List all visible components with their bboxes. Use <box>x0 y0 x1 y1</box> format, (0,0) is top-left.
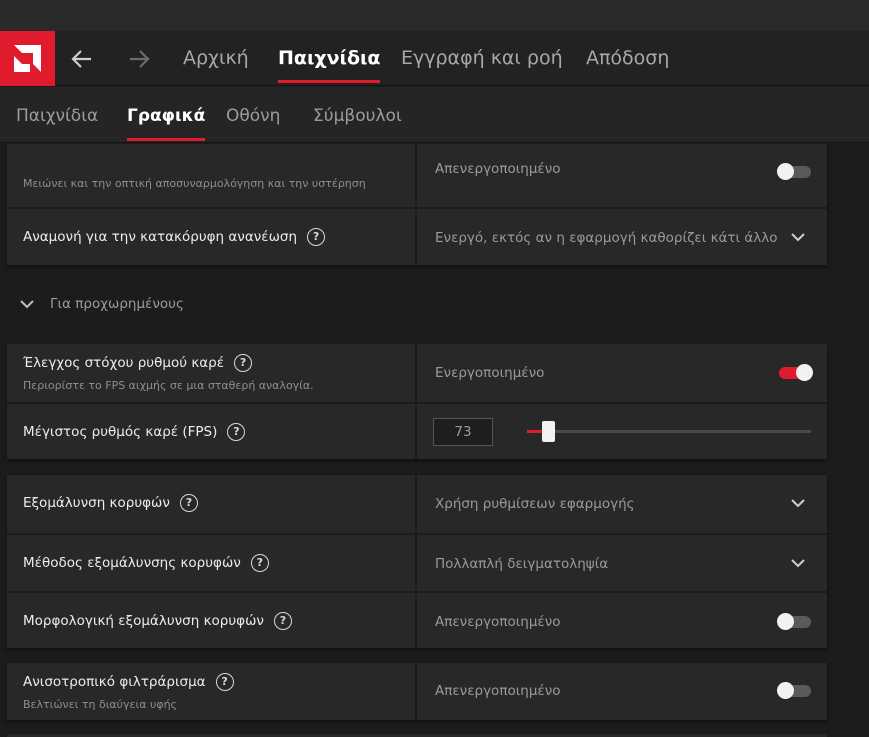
toggle-switch[interactable] <box>777 613 811 630</box>
nav-tab-games[interactable]: Παιχνίδια <box>278 47 381 83</box>
setting-label: Αναμονή για την κατακόρυφη ανανέωση <box>23 229 298 245</box>
subtab-graphics[interactable]: Γραφικά <box>127 106 206 141</box>
setting-value: Ενεργοποιημένο <box>435 365 545 381</box>
window-title-strip <box>0 0 869 31</box>
nav-tab-record-stream[interactable]: Εγγραφή και ροή <box>401 47 563 69</box>
setting-value: Απενεργοποιημένο <box>435 614 561 630</box>
setting-row-max-fps: Μέγιστος ρυθμός καρέ (FPS) ? 73 <box>7 402 827 459</box>
sub-nav-bar: Παιχνίδια Γραφικά Οθόνη Σύμβουλοι <box>0 87 869 143</box>
chevron-down-icon[interactable] <box>791 232 805 242</box>
fps-slider-track[interactable] <box>527 430 811 433</box>
help-icon[interactable]: ? <box>273 612 292 630</box>
help-icon[interactable]: ? <box>179 494 198 512</box>
setting-label: Εξομάλυνση κορυφών <box>23 495 170 511</box>
setting-row-aa[interactable]: Εξομάλυνση κορυφών ? Χρήση ρυθμίσεων εφα… <box>7 475 827 533</box>
help-icon[interactable]: ? <box>234 354 253 372</box>
setting-value: Πολλαπλή δειγματοληψία <box>435 556 609 572</box>
setting-row-partial: Μειώνει και την οπτική αποσυναρμολόγηση … <box>7 144 827 207</box>
setting-value: Χρήση ρυθμίσεων εφαρμογής <box>435 496 635 512</box>
help-icon[interactable]: ? <box>215 673 234 691</box>
setting-label: Μέγιστος ρυθμός καρέ (FPS) <box>23 424 218 440</box>
settings-group-aniso: Ανισοτροπικό φιλτράρισμα ? Βελτιώνει τη … <box>7 663 827 720</box>
help-icon[interactable]: ? <box>227 423 246 441</box>
amd-logo[interactable] <box>0 31 55 86</box>
subtab-games[interactable]: Παιχνίδια <box>16 106 98 126</box>
help-icon[interactable]: ? <box>307 228 326 246</box>
arrow-right-icon <box>130 50 150 68</box>
chevron-down-icon[interactable] <box>791 498 805 508</box>
settings-content: Μειώνει και την οπτική αποσυναρμολόγηση … <box>0 144 869 737</box>
chevron-down-icon[interactable] <box>791 558 805 568</box>
help-icon[interactable]: ? <box>250 554 269 572</box>
setting-subtitle: Περιορίστε το FPS αιχμής σε μια σταθερή … <box>23 379 314 392</box>
advanced-section-toggle[interactable]: Για προχωρημένους <box>20 296 184 312</box>
nav-tab-performance[interactable]: Απόδοση <box>586 47 669 69</box>
setting-label: Έλεγχος στόχου ρυθμού καρέ <box>23 355 225 371</box>
setting-label: Μέθοδος εξομάλυνσης κορυφών <box>23 555 241 571</box>
forward-button[interactable] <box>125 45 153 73</box>
main-nav-bar: Αρχική Παιχνίδια Εγγραφή και ροή Απόδοση <box>0 31 869 86</box>
setting-row-vsync[interactable]: Αναμονή για την κατακόρυφη ανανέωση ? Εν… <box>7 207 827 265</box>
settings-group-frtc: Έλεγχος στόχου ρυθμού καρέ ? Περιορίστε … <box>7 344 827 459</box>
setting-value: Ενεργό, εκτός αν η εφαρμογή καθορίζει κά… <box>435 230 778 246</box>
section-title: Για προχωρημένους <box>50 296 184 312</box>
setting-value: Απενεργοποιημένο <box>435 161 561 177</box>
setting-row-mlaa: Μορφολογική εξομάλυνση κορυφών ? Απενεργ… <box>7 591 827 648</box>
setting-label: Ανισοτροπικό φιλτράρισμα <box>23 674 206 690</box>
subtab-advisors[interactable]: Σύμβουλοι <box>313 106 402 126</box>
arrow-left-icon <box>71 50 91 68</box>
nav-tab-home[interactable]: Αρχική <box>183 47 249 69</box>
setting-row-frtc[interactable]: Έλεγχος στόχου ρυθμού καρέ ? Περιορίστε … <box>7 344 827 402</box>
setting-row-aa-method[interactable]: Μέθοδος εξομάλυνσης κορυφών ? Πολλαπλή δ… <box>7 533 827 591</box>
subtab-display[interactable]: Οθόνη <box>226 106 280 126</box>
amd-logo-icon <box>14 45 41 72</box>
toggle-switch[interactable] <box>779 364 813 381</box>
toggle-switch[interactable] <box>777 682 811 699</box>
back-button[interactable] <box>68 45 96 73</box>
setting-value: Απενεργοποιημένο <box>435 683 561 699</box>
settings-group-sync: Μειώνει και την οπτική αποσυναρμολόγηση … <box>7 144 827 265</box>
setting-label: Μορφολογική εξομάλυνση κορυφών <box>23 613 264 629</box>
toggle-switch[interactable] <box>777 163 811 180</box>
fps-slider-thumb[interactable] <box>542 421 556 442</box>
setting-row-aniso: Ανισοτροπικό φιλτράρισμα ? Βελτιώνει τη … <box>7 663 827 720</box>
chevron-down-icon <box>20 300 34 309</box>
fps-number-input[interactable]: 73 <box>433 418 493 446</box>
setting-subtitle: Μειώνει και την οπτική αποσυναρμολόγηση … <box>23 177 366 190</box>
settings-group-aa: Εξομάλυνση κορυφών ? Χρήση ρυθμίσεων εφα… <box>7 475 827 648</box>
setting-subtitle: Βελτιώνει τη διαύγεια υφής <box>23 698 177 711</box>
